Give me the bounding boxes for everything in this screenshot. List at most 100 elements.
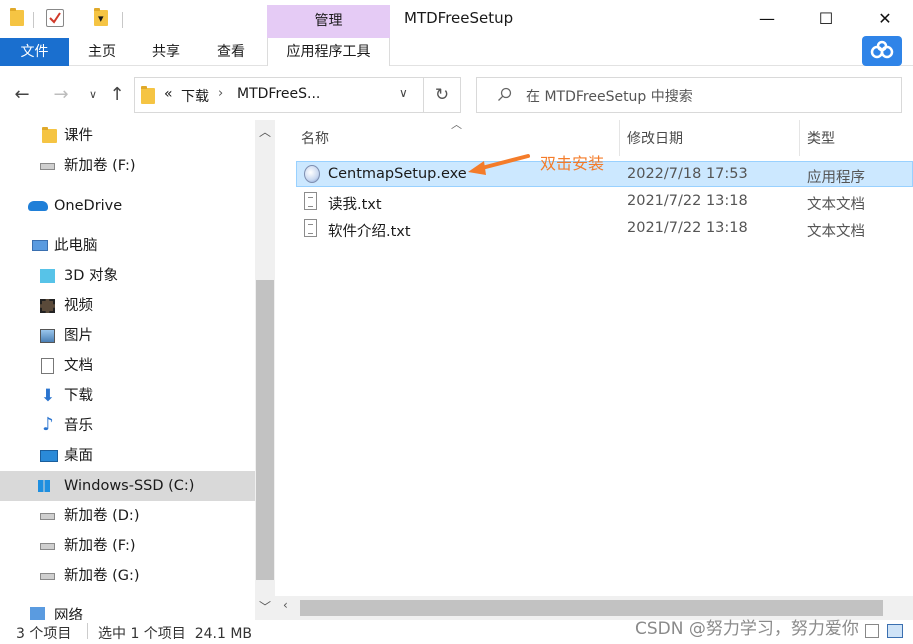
column-header-name[interactable]: 名称 [301, 128, 329, 148]
large-icons-view-icon[interactable] [887, 624, 903, 638]
nav-item-drive-f-2[interactable]: 新加卷 (F:) [0, 531, 255, 561]
nav-item-pictures[interactable]: 图片 [0, 321, 255, 351]
annotation-arrow [468, 154, 530, 175]
selection-info: 选中 1 个项目 24.1 MB [98, 626, 253, 642]
up-button[interactable]: ↑ [106, 84, 128, 106]
file-row-software-intro[interactable]: 软件介绍.txt 2021/7/22 13:18 文本文档 [296, 216, 913, 242]
download-icon: ⬇ [40, 386, 56, 406]
folder-icon [141, 86, 155, 104]
scroll-down-icon[interactable]: ﹀ [259, 598, 271, 615]
chevron-down-icon[interactable]: ∨ [399, 86, 408, 100]
text-file-icon [304, 192, 317, 210]
file-name: 软件介绍.txt [328, 224, 411, 240]
details-view-icon[interactable] [865, 624, 879, 638]
scroll-up-icon[interactable]: ︿ [259, 123, 271, 140]
video-icon [40, 299, 55, 313]
title-bar: ▾ 管理 MTDFreeSetup — ☐ ✕ [0, 0, 913, 38]
search-placeholder: 在 MTDFreeSetup 中搜索 [526, 89, 693, 105]
tab-share[interactable]: 共享 [144, 38, 188, 66]
nav-item-label: 新加卷 (F:) [64, 158, 136, 174]
network-icon [30, 607, 45, 620]
nav-item-label: 下载 [64, 388, 93, 404]
refresh-button[interactable]: ↻ [424, 77, 461, 113]
column-divider[interactable] [619, 120, 620, 156]
tab-application-tools[interactable]: 应用程序工具 [267, 38, 390, 66]
customize-qat-icon[interactable]: ▾ [98, 12, 104, 25]
maximize-button[interactable]: ☐ [796, 0, 856, 38]
tab-manage[interactable]: 管理 [267, 5, 390, 38]
file-modified: 2021/7/22 13:18 [627, 220, 748, 236]
file-type: 文本文档 [807, 197, 865, 213]
folder-icon [42, 127, 57, 143]
scrollbar-thumb[interactable] [256, 280, 274, 580]
column-divider[interactable] [799, 120, 800, 156]
document-icon [41, 358, 54, 374]
nav-item-label: Windows-SSD (C:) [64, 478, 195, 494]
file-list[interactable]: ︿ 名称 修改日期 类型 CentmapSetup.exe 2022/7/18 … [283, 118, 913, 595]
file-row-centmapsetup[interactable]: CentmapSetup.exe 2022/7/18 17:53 应用程序 [296, 161, 913, 187]
drive-icon [40, 513, 55, 520]
item-count: 3 个项目 [16, 626, 72, 642]
drive-icon [40, 573, 55, 580]
scroll-left-icon[interactable]: ‹ [283, 598, 288, 612]
nav-item-label: 网络 [54, 608, 83, 620]
nav-item-windows-ssd[interactable]: Windows-SSD (C:) [0, 471, 255, 501]
recent-locations-button[interactable]: ∨ [82, 84, 104, 106]
windows-drive-icon [38, 480, 50, 492]
breadcrumb-overflow[interactable]: « [164, 86, 173, 102]
nav-item-courseware[interactable]: 课件 [0, 121, 255, 151]
file-row-readme[interactable]: 读我.txt 2021/7/22 13:18 文本文档 [296, 189, 913, 215]
back-button[interactable]: ← [11, 84, 33, 106]
search-input[interactable]: 在 MTDFreeSetup 中搜索 [476, 77, 902, 113]
nav-item-label: 新加卷 (G:) [64, 568, 140, 584]
nav-item-drive-d[interactable]: 新加卷 (D:) [0, 501, 255, 531]
search-icon [498, 87, 512, 101]
folder-icon[interactable] [10, 8, 24, 26]
divider [33, 12, 34, 28]
properties-icon[interactable] [46, 9, 64, 27]
navigation-pane[interactable]: 课件 新加卷 (F:) OneDrive 此电脑 3D 对象 视频 图片 文档 … [0, 120, 275, 620]
nav-item-label: 新加卷 (F:) [64, 538, 136, 554]
nav-item-label: 课件 [64, 128, 93, 144]
drive-icon [40, 543, 55, 550]
address-bar[interactable]: « 下载 › MTDFreeS... ∨ [134, 77, 424, 113]
breadcrumb-item-downloads[interactable]: 下载 [181, 86, 209, 106]
ribbon-tabs: 文件 主页 共享 查看 应用程序工具 [0, 38, 913, 66]
nav-item-label: 新加卷 (D:) [64, 508, 140, 524]
nav-item-downloads[interactable]: ⬇ 下载 [0, 381, 255, 411]
nav-item-drive-g[interactable]: 新加卷 (G:) [0, 561, 255, 591]
tab-view[interactable]: 查看 [209, 38, 253, 66]
nav-item-label: OneDrive [54, 198, 123, 214]
annotation-text: 双击安装 [540, 154, 605, 173]
baidu-netdisk-button[interactable] [862, 36, 902, 66]
breadcrumb-separator-icon: › [218, 86, 224, 101]
tab-home[interactable]: 主页 [80, 38, 124, 66]
picture-icon [40, 329, 55, 343]
nav-item-network[interactable]: 网络 [0, 601, 255, 620]
nav-item-documents[interactable]: 文档 [0, 351, 255, 381]
minimize-button[interactable]: — [737, 0, 797, 38]
nav-item-drive-f[interactable]: 新加卷 (F:) [0, 151, 255, 181]
nav-item-3d-objects[interactable]: 3D 对象 [0, 261, 255, 291]
text-file-icon [304, 219, 317, 237]
nav-item-this-pc[interactable]: 此电脑 [0, 231, 255, 261]
nav-item-onedrive[interactable]: OneDrive [0, 191, 255, 221]
nav-item-videos[interactable]: 视频 [0, 291, 255, 321]
cloud-icon [870, 40, 894, 59]
file-name: 读我.txt [328, 197, 382, 213]
nav-item-music[interactable]: ♪ 音乐 [0, 411, 255, 441]
cloud-icon [28, 201, 48, 211]
nav-item-label: 图片 [64, 328, 93, 344]
forward-button[interactable]: → [50, 84, 72, 106]
computer-icon [32, 240, 48, 251]
tab-file[interactable]: 文件 [0, 38, 69, 66]
column-header-modified[interactable]: 修改日期 [627, 128, 683, 148]
window-title: MTDFreeSetup [404, 9, 514, 27]
breadcrumb-item-current[interactable]: MTDFreeS... [237, 86, 320, 102]
close-button[interactable]: ✕ [855, 0, 913, 38]
column-header-type[interactable]: 类型 [807, 128, 835, 148]
nav-item-desktop[interactable]: 桌面 [0, 441, 255, 471]
exe-icon [304, 165, 320, 183]
file-type: 应用程序 [807, 170, 865, 186]
drive-icon [40, 163, 55, 170]
